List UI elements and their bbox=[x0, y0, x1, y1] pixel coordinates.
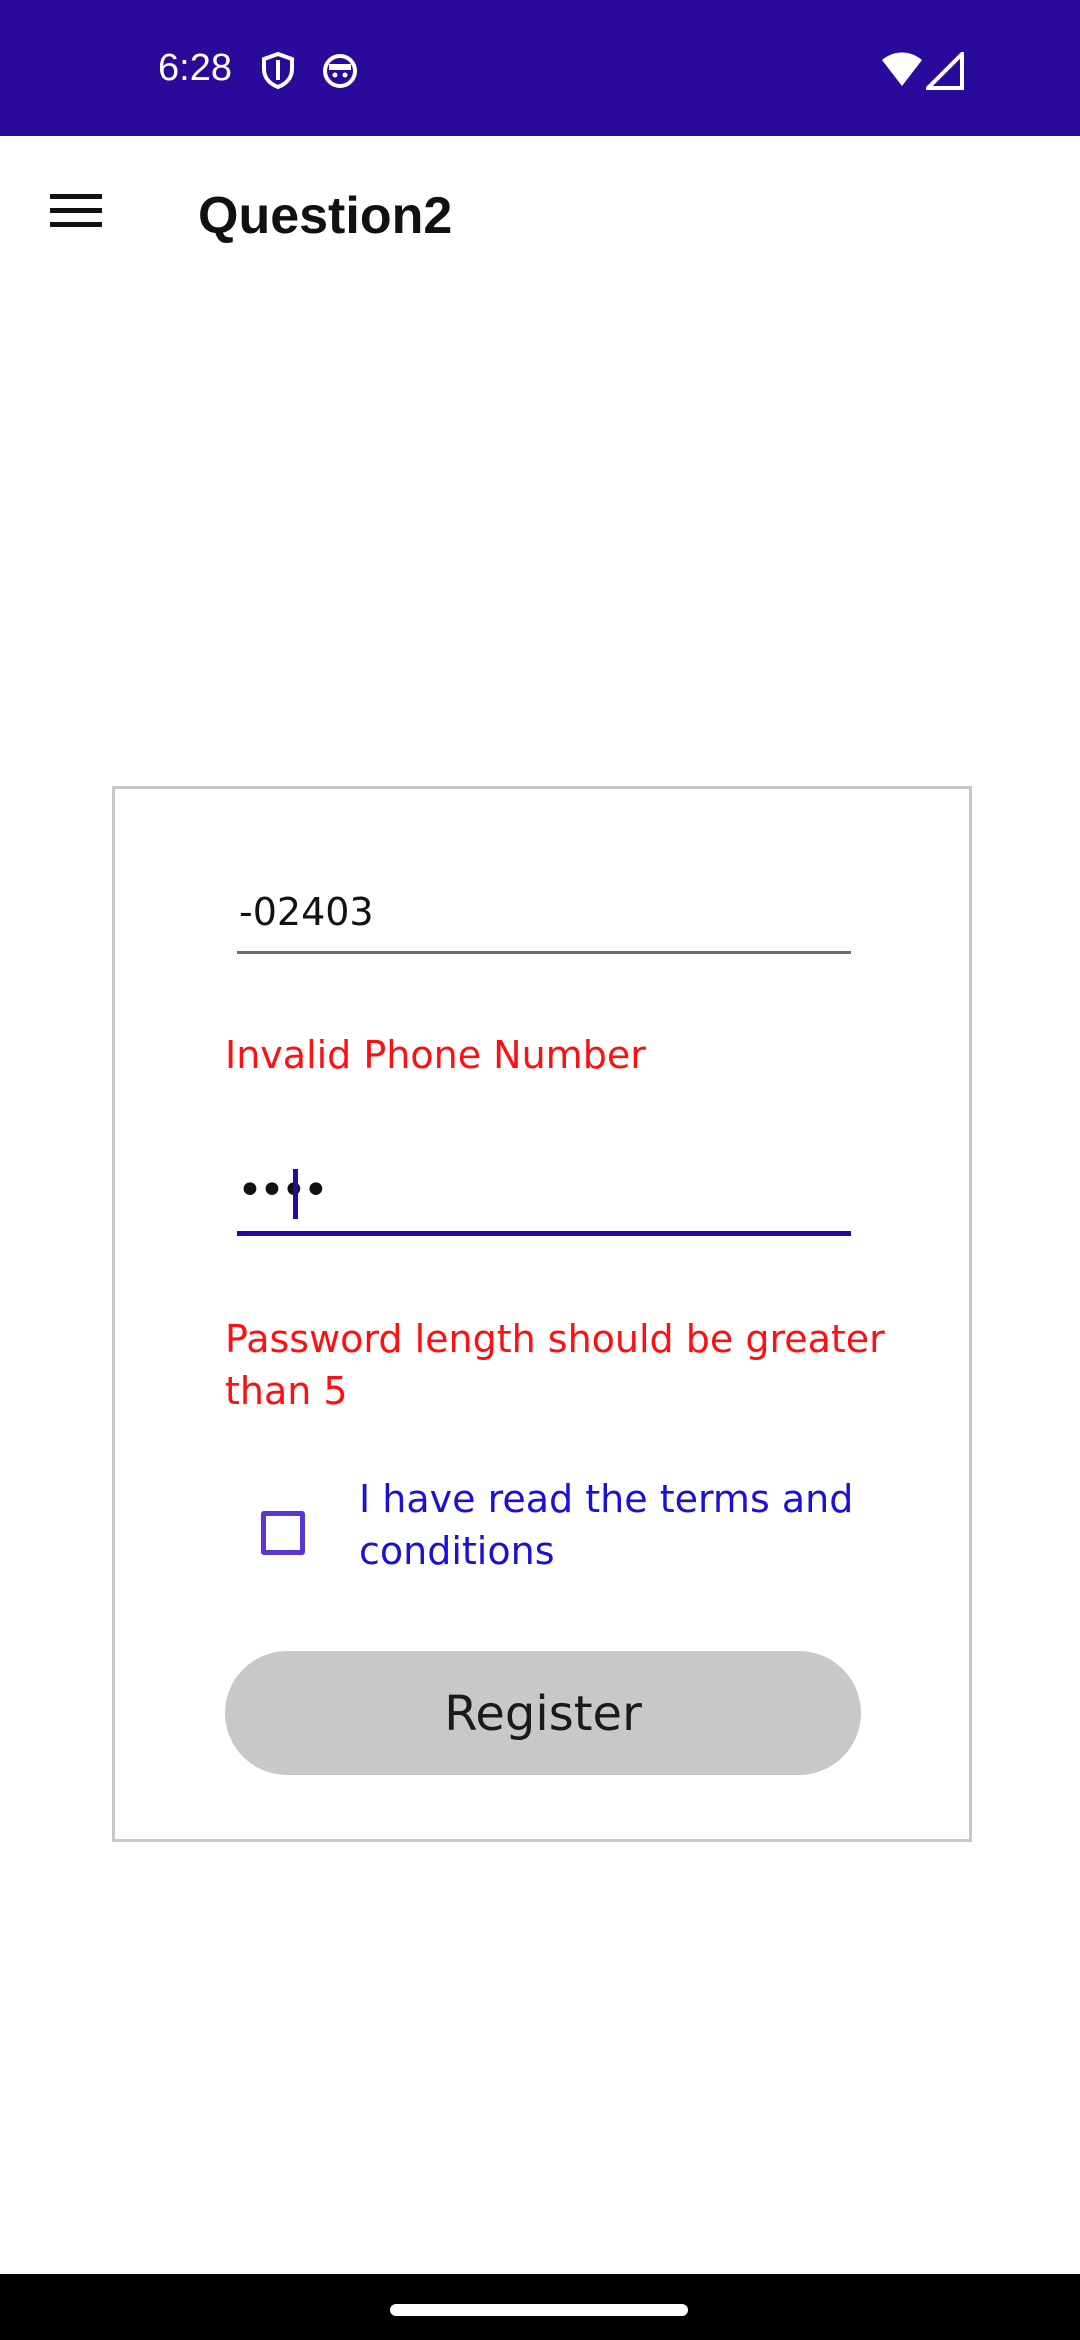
shield-icon bbox=[258, 50, 298, 90]
status-bar: 6:28 bbox=[0, 0, 1080, 136]
phone-input[interactable]: -02403 bbox=[237, 885, 851, 954]
phone-input-value: -02403 bbox=[239, 890, 374, 934]
android-face-icon bbox=[320, 50, 360, 90]
page-title: Question2 bbox=[198, 187, 453, 245]
wifi-icon bbox=[880, 52, 922, 92]
status-time: 6:28 bbox=[158, 47, 232, 89]
navigation-bar bbox=[0, 2274, 1080, 2340]
password-input-value: •••• bbox=[237, 1165, 329, 1216]
register-button[interactable]: Register bbox=[225, 1651, 861, 1775]
app-bar: Question2 bbox=[0, 136, 1080, 296]
password-error-message: Password length should be greater than 5 bbox=[225, 1317, 885, 1413]
hamburger-menu-icon[interactable] bbox=[42, 188, 114, 248]
phone-error-message: Invalid Phone Number bbox=[225, 1033, 646, 1077]
password-input[interactable]: •••• bbox=[237, 1165, 851, 1236]
text-cursor bbox=[293, 1169, 298, 1219]
terms-checkbox[interactable] bbox=[261, 1511, 305, 1555]
registration-form: -02403 Invalid Phone Number •••• Passwor… bbox=[112, 786, 972, 1842]
signal-icon bbox=[923, 49, 966, 92]
home-gesture-handle[interactable] bbox=[390, 2304, 688, 2316]
terms-checkbox-label[interactable]: I have read the terms and conditions bbox=[359, 1473, 879, 1577]
